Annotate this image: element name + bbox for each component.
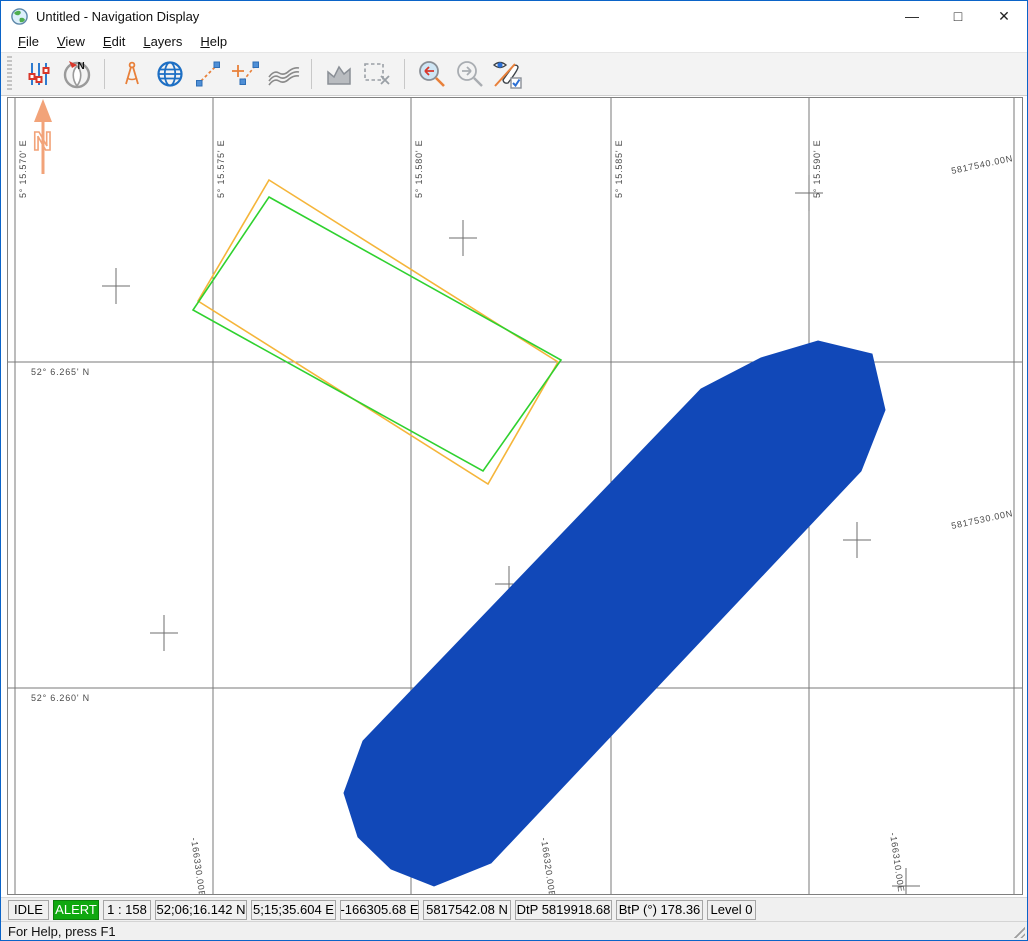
status-cell: ALERT [53, 900, 99, 920]
clear-selection-button[interactable] [360, 57, 394, 91]
globe-projection-button[interactable] [153, 57, 187, 91]
north-arrow-label: N [33, 126, 52, 156]
map-view[interactable]: 5° 15.570' E 5° 15.575' E 5° 15.580' E 5° 1… [7, 97, 1023, 895]
vessel-footprint[interactable] [344, 341, 885, 886]
app-globe-icon [11, 8, 28, 25]
survey-outline-orange[interactable] [198, 180, 558, 484]
add-point-icon [231, 59, 261, 89]
northing-label: 5817530.00N [950, 508, 1014, 531]
sliders-icon [25, 60, 53, 88]
drafting-compass-icon [118, 60, 146, 88]
status-bar: IDLEALERT1 : 15852;06;16.142 N5;15;35.60… [1, 897, 1027, 921]
compass-north-button[interactable]: N [60, 57, 94, 91]
menu-item[interactable]: Help [191, 32, 236, 51]
zoom-previous-button[interactable] [415, 57, 449, 91]
toolbar-grip-handle[interactable] [7, 56, 12, 92]
profile-chart-button[interactable] [322, 57, 356, 91]
lon-grid-label: 5° 15.590' E [812, 140, 822, 198]
display-filters-button[interactable] [22, 57, 56, 91]
survey-outline-green[interactable] [193, 197, 561, 471]
zoom-previous-icon [417, 59, 447, 89]
status-cell: BtP (°) 178.36 [616, 900, 703, 920]
lat-grid-label: 52° 6.265' N [31, 367, 90, 377]
toolbar-separator [104, 59, 105, 89]
status-cell: 1 : 158 [103, 900, 151, 920]
help-message: For Help, press F1 [1, 924, 116, 939]
minimize-button[interactable]: — [889, 1, 935, 31]
status-cell: -166305.68 E [340, 900, 419, 920]
maximize-button[interactable]: □ [935, 1, 981, 31]
contour-lines-icon [267, 60, 301, 88]
lat-grid-label: 52° 6.260' N [31, 693, 90, 703]
zoom-next-icon [455, 59, 485, 89]
status-cell: DtP 5819918.68 [515, 900, 612, 920]
lon-grid-label: 5° 15.570' E [18, 140, 28, 198]
toolbar-separator [311, 59, 312, 89]
close-button[interactable]: ✕ [981, 1, 1027, 31]
app-window: Untitled - Navigation Display — □ ✕ File… [0, 0, 1028, 941]
window-title: Untitled - Navigation Display [36, 9, 199, 24]
measure-line-button[interactable] [191, 57, 225, 91]
svg-text:N: N [78, 61, 85, 72]
display-options-icon [491, 58, 525, 90]
status-cell: Level 0 [707, 900, 756, 920]
status-cell: 52;06;16.142 N [155, 900, 247, 920]
profile-chart-icon [324, 59, 354, 89]
contour-lines-button[interactable] [267, 57, 301, 91]
toolbar: N [1, 52, 1027, 96]
status-cell: IDLE [8, 900, 49, 920]
easting-label: -166310.00E [888, 832, 906, 893]
measure-line-icon [194, 60, 222, 88]
menu-item[interactable]: Edit [94, 32, 134, 51]
resize-grip[interactable] [1011, 924, 1025, 938]
compass-icon: N [61, 58, 93, 90]
lon-grid-label: 5° 15.575' E [216, 140, 226, 198]
toolbar-separator [404, 59, 405, 89]
drafting-compass-button[interactable] [115, 57, 149, 91]
title-bar: Untitled - Navigation Display — □ ✕ [1, 1, 1027, 31]
map-canvas[interactable]: 5° 15.570' E 5° 15.575' E 5° 15.580' E 5° 1… [8, 98, 1022, 894]
menu-item[interactable]: Layers [134, 32, 191, 51]
zoom-next-button[interactable] [453, 57, 487, 91]
add-point-button[interactable] [229, 57, 263, 91]
display-options-button[interactable] [491, 57, 525, 91]
globe-icon [155, 59, 185, 89]
clear-selection-icon [361, 59, 393, 89]
easting-label: -166320.00E [539, 837, 557, 894]
menu-bar: FileViewEditLayersHelp [1, 31, 1027, 52]
northing-label: 5817540.00N [950, 153, 1014, 176]
menu-item[interactable]: File [9, 32, 48, 51]
lon-grid-label: 5° 15.585' E [614, 140, 624, 198]
menu-item[interactable]: View [48, 32, 94, 51]
easting-label: -166330.00E [189, 837, 207, 894]
status-cell: 5817542.08 N [423, 900, 511, 920]
lon-grid-label: 5° 15.580' E [414, 140, 424, 198]
status-cell: 5;15;35.604 E [251, 900, 336, 920]
help-bar: For Help, press F1 [1, 921, 1027, 940]
